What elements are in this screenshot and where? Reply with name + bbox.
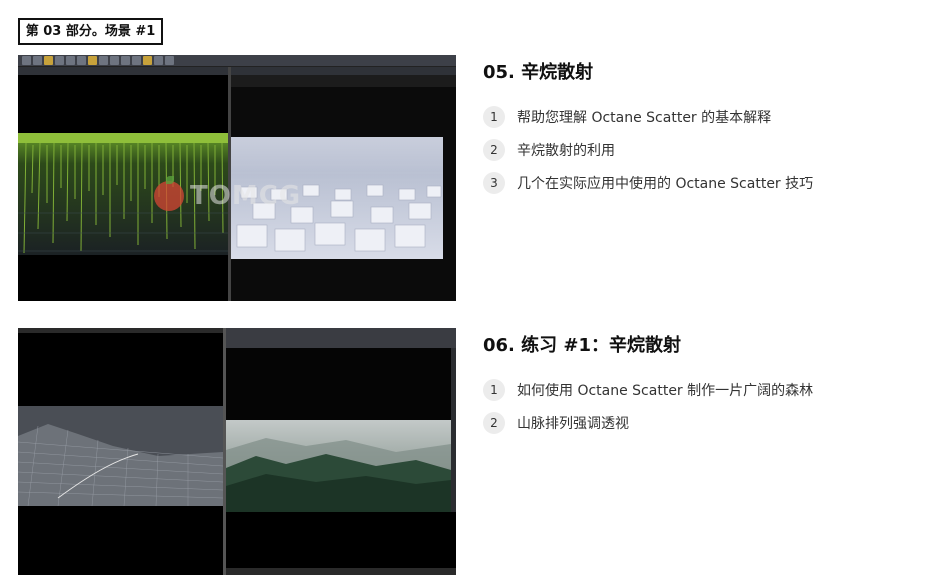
toolbar-icon bbox=[132, 56, 141, 65]
lesson-06-screenshot bbox=[18, 328, 456, 575]
lesson-title: 06. 练习 #1：辛烷散射 bbox=[483, 335, 682, 356]
tomato-logo-icon bbox=[154, 181, 184, 211]
lesson-05-screenshot: TOMCG bbox=[18, 55, 456, 301]
item-number-badge: 2 bbox=[483, 411, 505, 434]
item-text: 帮助您理解 Octane Scatter 的基本解释 bbox=[517, 109, 772, 126]
forest-render bbox=[226, 420, 451, 512]
viewport-header bbox=[18, 328, 223, 333]
item-number-badge: 2 bbox=[483, 138, 505, 161]
watermark: TOMCG bbox=[190, 181, 302, 211]
render-area-top bbox=[226, 348, 451, 420]
toolbar-icon bbox=[88, 56, 97, 65]
list-item: 2 山脉排列强调透视 bbox=[483, 406, 913, 439]
lesson-05-info: 05. 辛烷散射 1 帮助您理解 Octane Scatter 的基本解释 2 … bbox=[483, 55, 913, 199]
render-viewport-header bbox=[231, 75, 456, 87]
item-text: 辛烷散射的利用 bbox=[517, 142, 615, 159]
leaf-icon bbox=[166, 176, 174, 184]
item-number-badge: 3 bbox=[483, 171, 505, 194]
item-number-badge: 1 bbox=[483, 105, 505, 128]
editor-viewport bbox=[18, 328, 223, 575]
render-toolbar bbox=[226, 328, 456, 348]
list-item: 1 帮助您理解 Octane Scatter 的基本解释 bbox=[483, 100, 913, 133]
toolbar-icon bbox=[55, 56, 64, 65]
list-item: 1 如何使用 Octane Scatter 制作一片广阔的森林 bbox=[483, 373, 913, 406]
lesson-06-info: 06. 练习 #1：辛烷散射 1 如何使用 Octane Scatter 制作一… bbox=[483, 328, 913, 439]
list-item: 2 辛烷散射的利用 bbox=[483, 133, 913, 166]
wireframe-mountain-view bbox=[18, 406, 223, 506]
render-statusbar bbox=[226, 568, 456, 575]
toolbar-icon bbox=[154, 56, 163, 65]
toolbar-icon bbox=[22, 56, 31, 65]
toolbar-icon bbox=[165, 56, 174, 65]
section-tag: 第 03 部分。场景 #1 bbox=[18, 18, 163, 45]
toolbar-icon bbox=[44, 56, 53, 65]
toolbar-icon bbox=[33, 56, 42, 65]
toolbar-icon bbox=[143, 56, 152, 65]
list-item: 3 几个在实际应用中使用的 Octane Scatter 技巧 bbox=[483, 166, 913, 199]
lesson-item-list: 1 如何使用 Octane Scatter 制作一片广阔的森林 2 山脉排列强调… bbox=[483, 373, 913, 439]
lesson-title: 05. 辛烷散射 bbox=[483, 62, 594, 83]
toolbar-icon bbox=[121, 56, 130, 65]
render-viewport bbox=[226, 328, 456, 575]
lesson-item-list: 1 帮助您理解 Octane Scatter 的基本解释 2 辛烷散射的利用 3… bbox=[483, 100, 913, 199]
c4d-menubar bbox=[18, 67, 456, 75]
toolbar-icon bbox=[99, 56, 108, 65]
item-number-badge: 1 bbox=[483, 378, 505, 401]
render-area-bottom bbox=[226, 512, 456, 575]
c4d-toolbar bbox=[18, 55, 456, 67]
toolbar-icon bbox=[66, 56, 75, 65]
item-text: 山脉排列强调透视 bbox=[517, 415, 629, 432]
toolbar-icon bbox=[77, 56, 86, 65]
toolbar-icon bbox=[110, 56, 119, 65]
item-text: 几个在实际应用中使用的 Octane Scatter 技巧 bbox=[517, 175, 814, 192]
item-text: 如何使用 Octane Scatter 制作一片广阔的森林 bbox=[517, 382, 814, 399]
